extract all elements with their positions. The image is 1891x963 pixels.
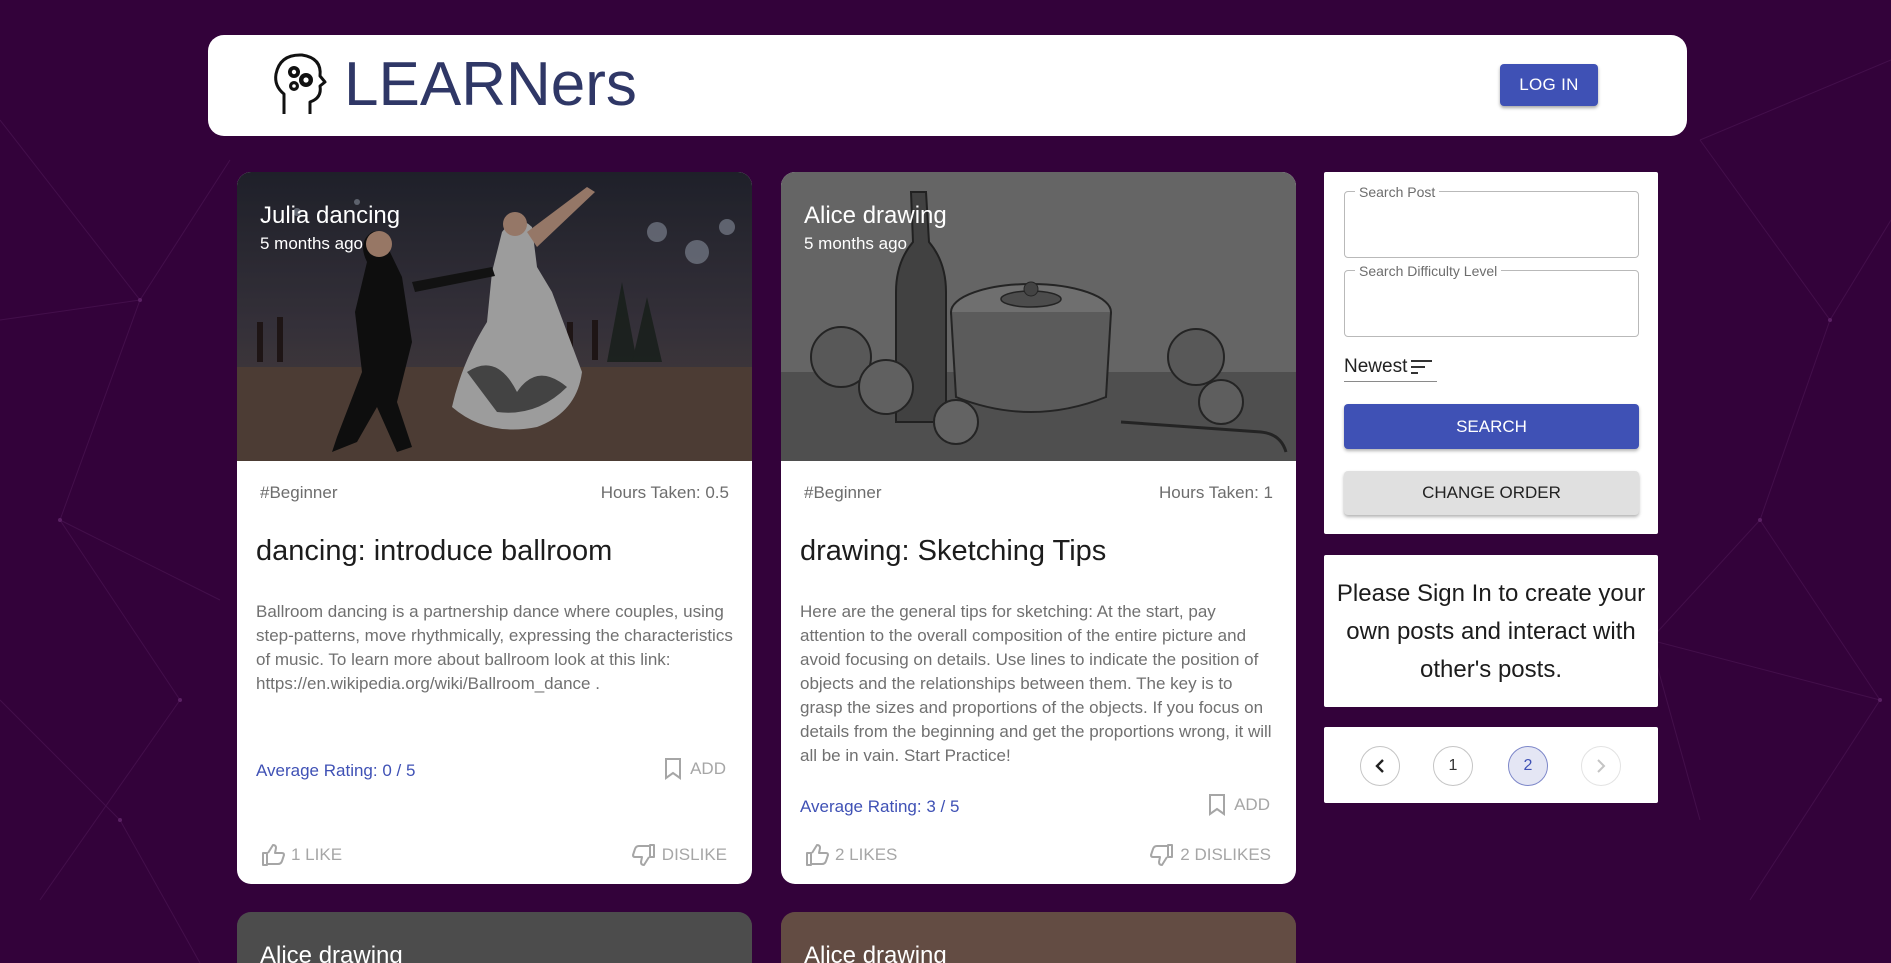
post-card-partial[interactable]: Alice drawing	[781, 912, 1296, 963]
head-gears-icon	[274, 53, 327, 114]
dislike-button[interactable]: DISLIKE	[631, 844, 727, 866]
hours-taken: Hours Taken: 0.5	[600, 483, 729, 502]
hours-taken: Hours Taken: 1	[1158, 483, 1273, 502]
post-title[interactable]: dancing: introduce ballroom	[256, 535, 612, 568]
post-card: Julia dancing 5 months ago #Beginner Hou…	[237, 172, 752, 884]
thumb-down-icon	[631, 844, 655, 866]
post-time: 5 months ago	[260, 234, 364, 253]
post-card: Alice drawing 5 months ago #Beginner Hou…	[781, 172, 1296, 884]
signin-message: Please Sign In to create your own posts …	[1336, 580, 1646, 683]
bookmark-icon	[1209, 794, 1226, 816]
post-title[interactable]: drawing: Sketching Tips	[800, 535, 1106, 568]
dislike-count: 2 DISLIKES	[1180, 845, 1271, 864]
page-button-1[interactable]: 1	[1433, 746, 1473, 786]
post-author-title: Alice drawing	[260, 942, 403, 963]
bookmark-icon	[665, 758, 682, 780]
post-author-title: Alice drawing	[804, 942, 947, 963]
change-order-button[interactable]: CHANGE ORDER	[1344, 471, 1639, 515]
add-bookmark-button[interactable]: ADD	[664, 758, 726, 780]
search-post-field[interactable]: Search Post	[1344, 184, 1639, 258]
search-panel: Search Post Search Difficulty Level Newe…	[1324, 172, 1658, 534]
dislike-count: DISLIKE	[661, 845, 727, 864]
post-author-title: Alice drawing	[804, 202, 947, 229]
search-difficulty-field[interactable]: Search Difficulty Level	[1344, 263, 1639, 337]
post-tag: #Beginner	[804, 483, 882, 502]
add-label: ADD	[690, 759, 726, 778]
sort-select[interactable]: Newest	[1344, 352, 1437, 382]
thumb-up-icon	[806, 844, 829, 866]
brand[interactable]: LEARNers	[270, 50, 637, 120]
reaction-row: 1 LIKE DISLIKE	[261, 844, 727, 866]
like-button[interactable]: 2 LIKES	[805, 844, 897, 866]
signin-panel: Please Sign In to create your own posts …	[1324, 555, 1658, 707]
search-post-label: Search Post	[1355, 184, 1440, 200]
post-time: 5 months ago	[804, 234, 908, 253]
app-header: LEARNers LOG IN	[208, 35, 1687, 136]
like-button[interactable]: 1 LIKE	[261, 844, 342, 866]
post-image-drawing[interactable]: Alice drawing 5 months ago	[781, 172, 1296, 461]
thumb-up-icon	[262, 844, 285, 866]
post-author-title: Julia dancing	[260, 202, 401, 229]
previous-page-button[interactable]	[1360, 746, 1400, 786]
search-button[interactable]: SEARCH	[1344, 404, 1639, 449]
rating-label: Average Rating:	[800, 797, 927, 816]
chevron-right-icon	[1597, 759, 1606, 773]
sort-icon	[1411, 359, 1433, 374]
search-difficulty-label: Search Difficulty Level	[1355, 263, 1502, 279]
rating-label: Average Rating:	[256, 761, 383, 780]
search-post-input[interactable]	[1359, 212, 1619, 232]
rating-value: 3 / 5	[926, 797, 960, 816]
post-card-partial[interactable]: Alice drawing	[237, 912, 752, 963]
average-rating: Average Rating: 0 / 5	[256, 761, 415, 781]
average-rating: Average Rating: 3 / 5	[800, 797, 959, 817]
reaction-row: 2 LIKES 2 DISLIKES	[805, 844, 1271, 866]
dislike-button[interactable]: 2 DISLIKES	[1150, 844, 1271, 866]
brand-name: LEARNers	[344, 50, 637, 119]
like-count: 1 LIKE	[291, 845, 343, 864]
chevron-left-icon	[1375, 759, 1384, 773]
next-page-button[interactable]	[1581, 746, 1621, 786]
add-bookmark-button[interactable]: ADD	[1208, 794, 1270, 816]
sort-value: Newest	[1344, 355, 1408, 377]
thumb-down-icon	[1150, 844, 1174, 866]
login-button[interactable]: LOG IN	[1500, 64, 1598, 106]
rating-value: 0 / 5	[382, 761, 416, 780]
post-body: Ballroom dancing is a partnership dance …	[256, 602, 733, 693]
post-body: Here are the general tips for sketching:…	[800, 602, 1272, 765]
like-count: 2 LIKES	[835, 845, 898, 864]
search-difficulty-input[interactable]	[1359, 291, 1619, 311]
post-meta-row: #Beginner Hours Taken: 0.5	[260, 483, 729, 503]
post-meta-row: #Beginner Hours Taken: 1	[804, 483, 1273, 503]
page-button-2[interactable]: 2	[1508, 746, 1548, 786]
add-label: ADD	[1234, 795, 1270, 814]
post-image-dancing[interactable]: Julia dancing 5 months ago	[237, 172, 752, 461]
post-tag: #Beginner	[260, 483, 338, 502]
pagination-panel: 1 2	[1324, 727, 1658, 803]
